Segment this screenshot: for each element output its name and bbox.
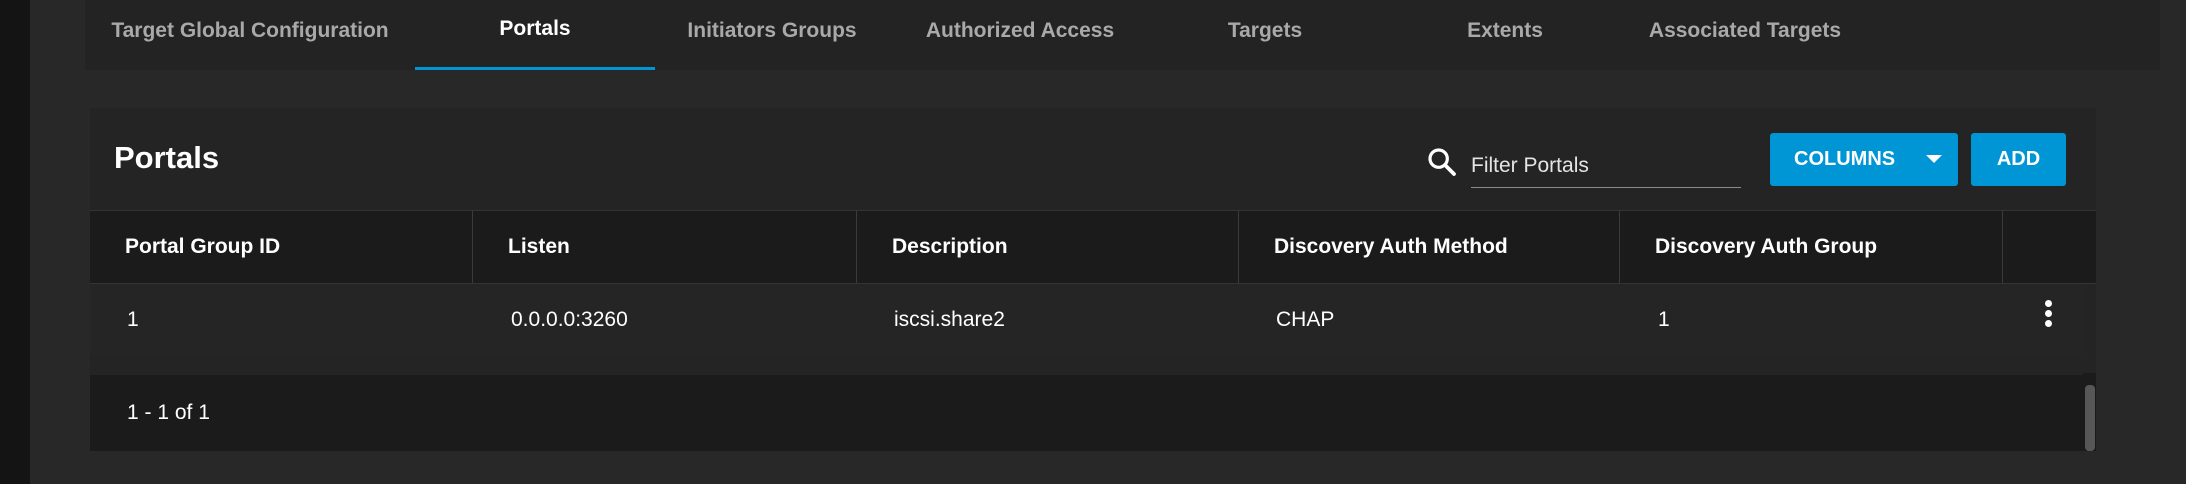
column-header-portal-group-id[interactable]: Portal Group ID: [90, 211, 473, 283]
filter-portals-input[interactable]: [1471, 144, 1741, 187]
column-header-description[interactable]: Description: [857, 211, 1239, 283]
tab-targets[interactable]: Targets: [1170, 0, 1360, 70]
add-button-label: ADD: [1996, 148, 2041, 170]
column-header-listen[interactable]: Listen: [473, 211, 857, 283]
tab-portals[interactable]: Portals: [415, 0, 655, 70]
columns-button[interactable]: COLUMNS: [1770, 133, 1958, 186]
card-title: Portals: [114, 140, 220, 175]
column-header-discovery-auth-group[interactable]: Discovery Auth Group: [1620, 211, 2003, 283]
cell-discovery-auth-method: CHAP: [1276, 308, 1335, 331]
cell-portal-group-id: 1: [127, 308, 139, 331]
tab-initiators-groups[interactable]: Initiators Groups: [657, 0, 887, 70]
app-left-rail: [0, 0, 30, 484]
tab-authorized-access[interactable]: Authorized Access: [900, 0, 1140, 70]
tab-bar: Target Global Configuration Portals Init…: [85, 0, 2160, 70]
table-header-row: Portal Group ID Listen Description Disco…: [90, 210, 2096, 284]
column-header-actions: [2003, 211, 2096, 283]
tab-extents[interactable]: Extents: [1410, 0, 1600, 70]
search-icon[interactable]: [1426, 146, 1458, 178]
filter-field: [1471, 144, 1741, 188]
caret-down-icon: [1926, 155, 1942, 163]
column-header-discovery-auth-method[interactable]: Discovery Auth Method: [1239, 211, 1620, 283]
add-button[interactable]: ADD: [1971, 133, 2066, 186]
scrollbar[interactable]: [2083, 373, 2096, 451]
tab-target-global-configuration[interactable]: Target Global Configuration: [85, 0, 415, 70]
cell-discovery-auth-group: 1: [1658, 308, 1670, 331]
tab-associated-targets[interactable]: Associated Targets: [1615, 0, 1875, 70]
cell-listen: 0.0.0.0:3260: [511, 308, 628, 331]
columns-button-label: COLUMNS: [1794, 148, 1896, 170]
pagination-range: 1 - 1 of 1: [127, 401, 210, 424]
portals-card: Portals COLUMNS ADD Portal Group ID List…: [90, 108, 2096, 451]
more-vertical-icon[interactable]: [2040, 298, 2056, 330]
table-row[interactable]: 1 0.0.0.0:3260 iscsi.share2 CHAP 1: [90, 284, 2083, 356]
scrollbar-thumb[interactable]: [2085, 385, 2095, 451]
pagination-bar: 1 - 1 of 1: [90, 375, 2083, 451]
cell-description: iscsi.share2: [894, 308, 1005, 331]
